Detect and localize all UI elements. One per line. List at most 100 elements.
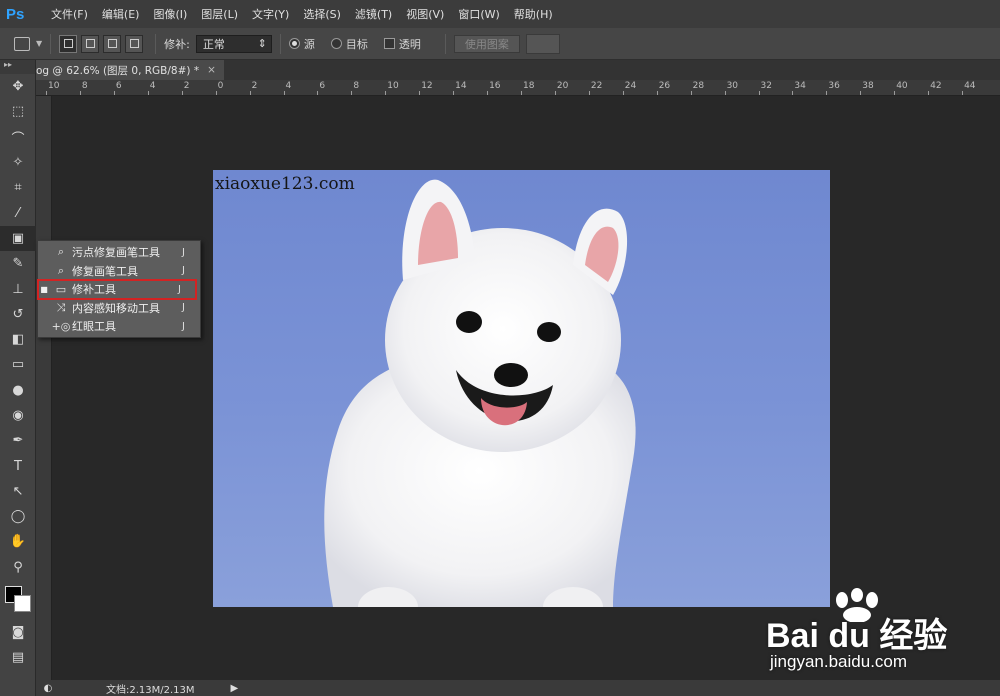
menu-item[interactable]: 文字(Y) bbox=[245, 6, 296, 22]
patch-mode-select[interactable]: 正常 ⇕ bbox=[195, 34, 272, 53]
flyout-item-label: 红眼工具 bbox=[72, 320, 116, 334]
ruler-tick bbox=[249, 91, 251, 95]
baidu-brand: Bai du 经验 bbox=[766, 617, 948, 655]
pen-tool-icon[interactable]: ✒ bbox=[0, 428, 36, 453]
ruler-label: 34 bbox=[794, 81, 806, 91]
patch-label: 修补: bbox=[164, 37, 190, 51]
ruler-label: 20 bbox=[556, 81, 569, 91]
ruler-label: 38 bbox=[862, 81, 874, 91]
ruler-tick bbox=[860, 91, 862, 95]
ruler-label: 2 bbox=[183, 81, 190, 91]
menu-item[interactable]: 滤镜(T) bbox=[348, 6, 399, 22]
ruler-label: 32 bbox=[760, 81, 772, 91]
toolbox: ▸▸ ✥ ⬚ ⌒ ✧ ⌗ ⁄ ▣ ✎ ⊥ ↺ ◧ ▭ ● ◉ ✒ T ↖ ◯ ✋… bbox=[0, 60, 36, 696]
ruler-label: 6 bbox=[115, 81, 122, 91]
flyout-item-label: 内容感知移动工具 bbox=[72, 301, 160, 315]
ruler-label: 4 bbox=[149, 81, 156, 91]
eyedropper-tool-icon[interactable]: ⁄ bbox=[0, 200, 36, 225]
document-image[interactable]: xiaoxue123.com bbox=[213, 170, 830, 607]
menu-item[interactable]: 文件(F) bbox=[44, 6, 95, 22]
ruler-tick bbox=[147, 91, 149, 95]
status-menu-arrow-icon[interactable]: ▶ bbox=[231, 683, 239, 694]
selected-bullet-icon: ■ bbox=[40, 284, 48, 294]
ellipse-tool-icon[interactable]: ◯ bbox=[0, 504, 36, 529]
menu-item[interactable]: 图层(L) bbox=[194, 6, 245, 22]
move-tool-icon[interactable]: ✥ bbox=[0, 74, 36, 99]
flyout-item[interactable]: ⌕ 修复画笔工具 J bbox=[38, 262, 200, 281]
intersect-selection-button[interactable] bbox=[125, 34, 144, 53]
transparent-label: 透明 bbox=[398, 37, 421, 51]
marquee-tool-icon[interactable]: ⬚ bbox=[0, 99, 36, 124]
subtract-selection-button[interactable] bbox=[103, 34, 122, 53]
ruler-tick bbox=[724, 91, 726, 95]
new-selection-button[interactable] bbox=[59, 34, 78, 53]
tool-preset-picker[interactable]: ▼ bbox=[14, 36, 42, 51]
toolbox-collapse-icon[interactable]: ▸▸ bbox=[0, 60, 35, 74]
screen-mode-icon[interactable]: ▤ bbox=[0, 645, 36, 670]
path-selection-tool-icon[interactable]: ↖ bbox=[0, 479, 36, 504]
patch-icon bbox=[14, 36, 30, 51]
ruler-tick bbox=[453, 91, 455, 95]
brush-tool-icon[interactable]: ✎ bbox=[0, 251, 36, 276]
ruler-tick bbox=[283, 91, 285, 95]
ruler-tick bbox=[656, 91, 658, 95]
ruler-label: 12 bbox=[421, 81, 433, 91]
close-icon[interactable]: × bbox=[207, 64, 216, 76]
type-tool-icon[interactable]: T bbox=[0, 453, 36, 478]
color-swatches bbox=[0, 580, 35, 620]
status-bar: ◐ 文档:2.13M/2.13M ▶ bbox=[36, 680, 1000, 696]
zoom-tool-icon[interactable]: ⚲ bbox=[0, 555, 36, 580]
status-icon: ◐ bbox=[43, 682, 53, 694]
ruler-label: 8 bbox=[353, 81, 360, 91]
flyout-item[interactable]: ■ ▭ 修补工具 J bbox=[37, 279, 197, 300]
pattern-swatch[interactable] bbox=[525, 33, 560, 54]
ruler-tick bbox=[826, 91, 828, 95]
ruler-tick bbox=[928, 91, 930, 95]
background-color-swatch[interactable] bbox=[14, 594, 31, 612]
add-selection-button[interactable] bbox=[81, 34, 100, 53]
ruler-tick bbox=[622, 91, 624, 95]
ruler-label: 30 bbox=[726, 81, 739, 91]
ruler-horizontal: 10 8 6 4 2 0 2 4 6 8 10 12 14 16 18 20 22 24 26 28 30 32 34 36 3… bbox=[36, 80, 1000, 96]
document-tab[interactable]: og @ 62.6% (图层 0, RGB/8#) * × bbox=[36, 60, 224, 80]
image-watermark-text: xiaoxue123.com bbox=[215, 174, 355, 194]
hand-tool-icon[interactable]: ✋ bbox=[0, 529, 36, 554]
ruler-label: 28 bbox=[692, 81, 705, 91]
ruler-label: 22 bbox=[590, 81, 603, 91]
separator bbox=[279, 33, 281, 54]
lasso-tool-icon[interactable]: ⌒ bbox=[0, 125, 36, 150]
flyout-item[interactable]: ⤨ 内容感知移动工具 J bbox=[38, 299, 200, 318]
menu-item[interactable]: 帮助(H) bbox=[507, 6, 560, 22]
ruler-tick bbox=[487, 91, 489, 95]
separator bbox=[50, 33, 52, 54]
ruler-tick bbox=[690, 91, 692, 95]
ruler-tick bbox=[79, 91, 81, 95]
menu-item[interactable]: 窗口(W) bbox=[451, 6, 506, 22]
menu-item[interactable]: 编辑(E) bbox=[95, 6, 147, 22]
dodge-tool-icon[interactable]: ◉ bbox=[0, 403, 36, 428]
ruler-label: 14 bbox=[455, 81, 467, 91]
menu-item[interactable]: 选择(S) bbox=[296, 6, 348, 22]
flyout-item[interactable]: ⌕ 污点修复画笔工具 J bbox=[38, 243, 200, 262]
crop-tool-icon[interactable]: ⌗ bbox=[0, 175, 36, 200]
source-radio[interactable]: 源 bbox=[288, 36, 315, 52]
ruler-label: 0 bbox=[217, 81, 224, 91]
menu-items: 文件(F) 编辑(E) 图像(I) 图层(L) 文字(Y) 选择(S) 滤镜(T) 视图(V)… bbox=[44, 6, 560, 22]
history-brush-tool-icon[interactable]: ↺ bbox=[0, 302, 36, 327]
patch-tool-icon[interactable]: ▣ bbox=[0, 225, 36, 252]
gradient-tool-icon[interactable]: ▭ bbox=[0, 352, 36, 377]
menu-item[interactable]: 图像(I) bbox=[146, 6, 194, 22]
eraser-tool-icon[interactable]: ◧ bbox=[0, 327, 36, 352]
menu-item[interactable]: 视图(V) bbox=[399, 6, 451, 22]
clone-stamp-tool-icon[interactable]: ⊥ bbox=[0, 276, 36, 301]
ruler-label: 36 bbox=[828, 81, 840, 91]
ruler-label: 2 bbox=[251, 81, 258, 91]
transparent-checkbox[interactable]: 透明 bbox=[383, 36, 421, 52]
shortcut-key: J bbox=[182, 265, 185, 277]
blur-tool-icon[interactable]: ● bbox=[0, 378, 36, 403]
quick-mask-icon[interactable]: ◙ bbox=[0, 620, 36, 645]
flyout-item[interactable]: +◎ 红眼工具 J bbox=[38, 317, 200, 336]
use-pattern-button[interactable]: 使用图案 bbox=[453, 34, 520, 53]
magic-wand-tool-icon[interactable]: ✧ bbox=[0, 150, 36, 175]
target-radio[interactable]: 目标 bbox=[330, 36, 368, 52]
